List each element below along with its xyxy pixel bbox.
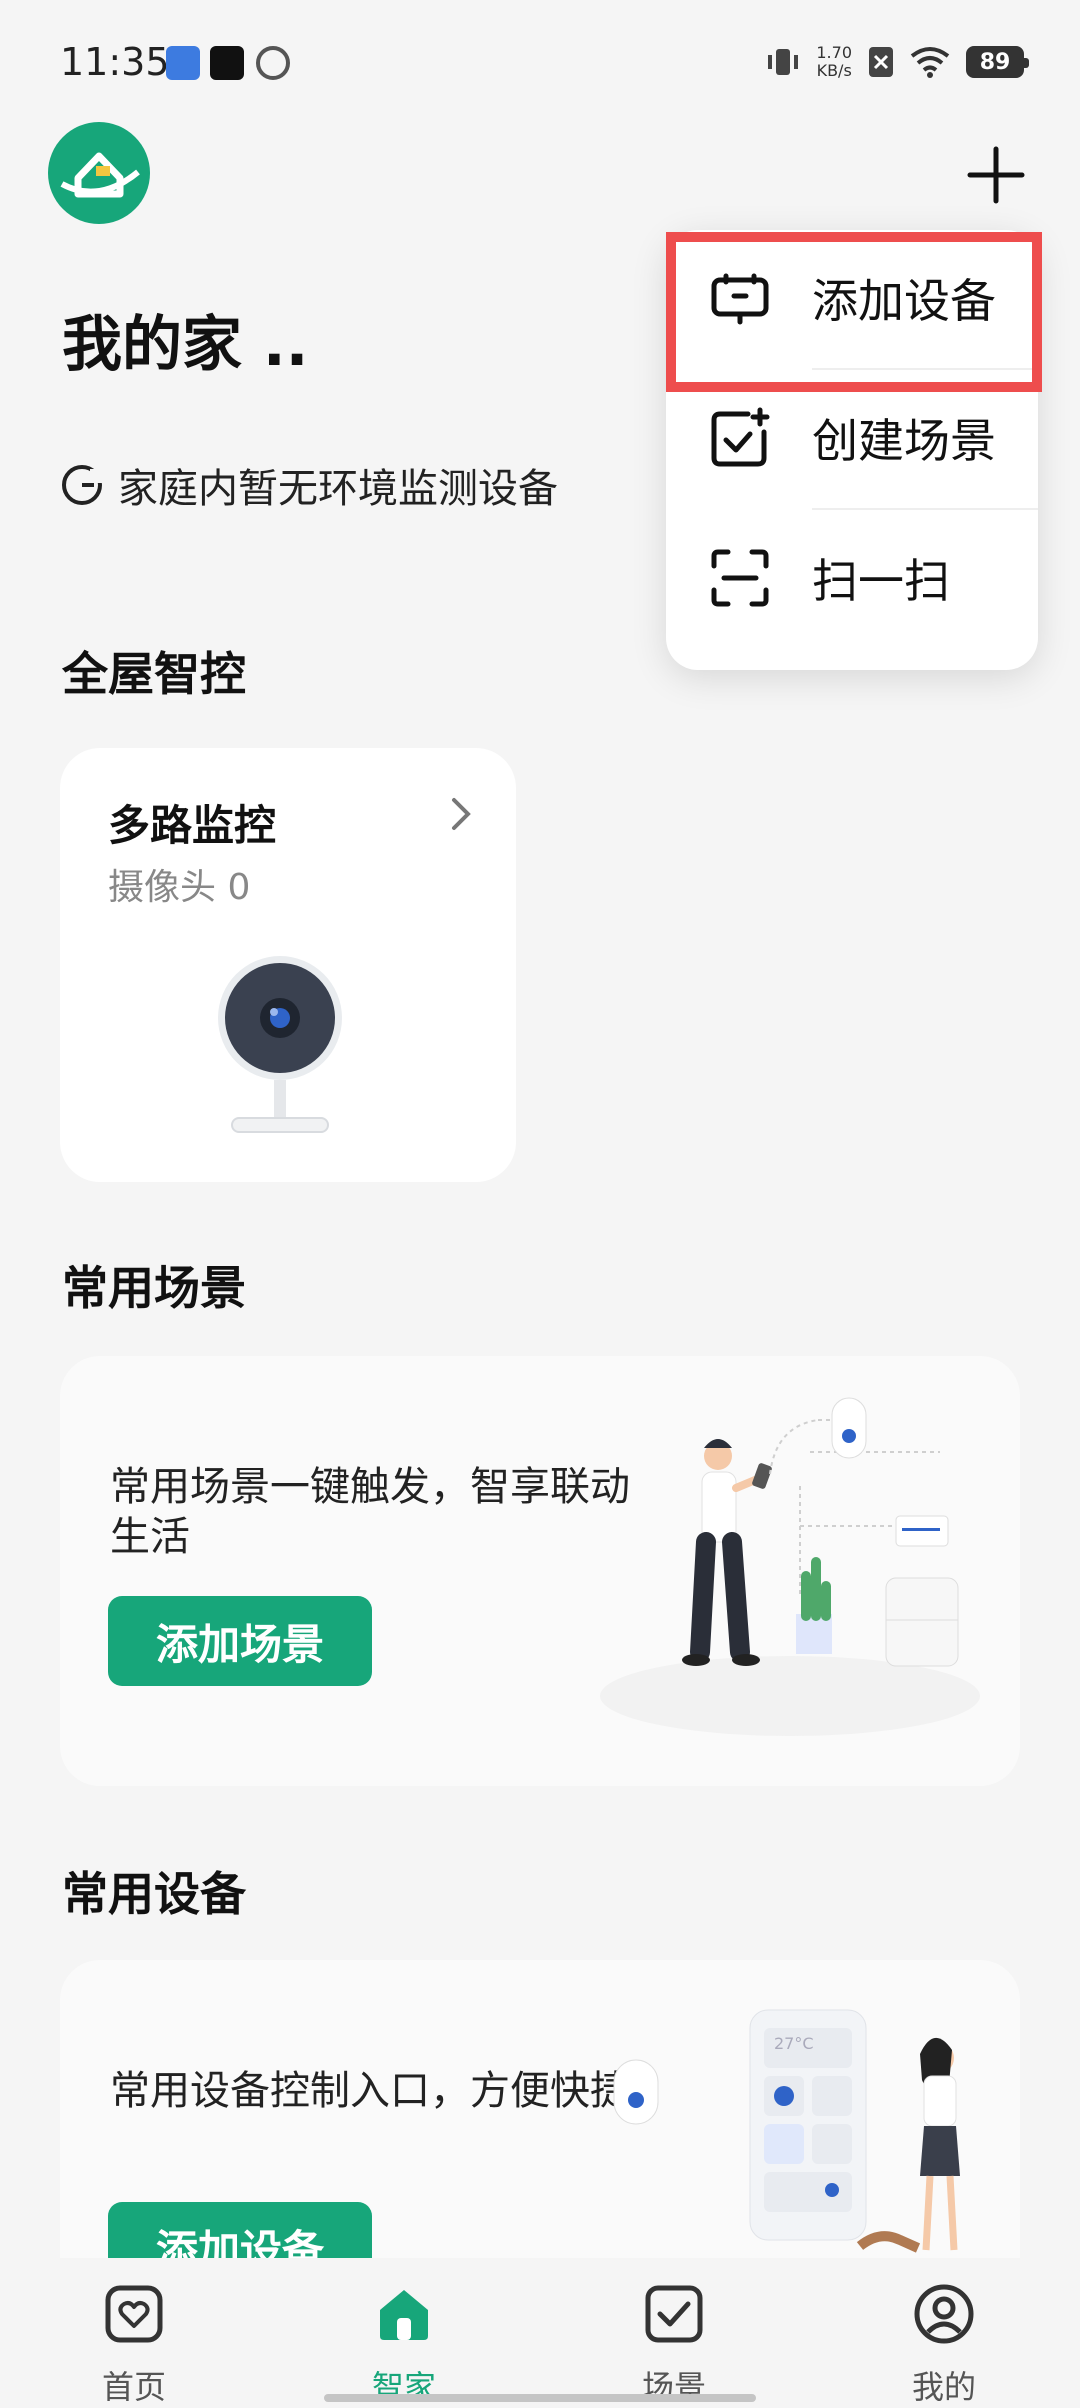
- nav-home[interactable]: 首页: [44, 2258, 224, 2408]
- home-title[interactable]: 我的家 ..: [62, 296, 308, 383]
- multi-monitor-card[interactable]: 多路监控 摄像头 0: [60, 748, 516, 1182]
- env-monitor-status[interactable]: 家庭内暂无环境监测设备: [60, 456, 558, 514]
- checkbox-icon: [645, 2285, 703, 2343]
- speed-value: 1.70: [816, 43, 852, 62]
- sim-off-icon: [869, 47, 893, 77]
- sync-app-icon: [256, 46, 290, 80]
- chevron-right-icon: [452, 798, 471, 830]
- gesture-bar: [324, 2394, 756, 2402]
- scan-icon: [711, 549, 769, 607]
- add-scene-button[interactable]: 添加场景: [108, 1596, 372, 1686]
- menu-label-create-scene: 创建场景: [812, 414, 996, 468]
- monitor-card-title: 多路监控: [108, 801, 277, 850]
- scene-card-desc: 常用场景一键触发，智享联动生活: [110, 1464, 630, 1560]
- tiktok-icon: [210, 46, 244, 80]
- monitor-card-subtitle: 摄像头 0: [108, 867, 251, 908]
- home-heart-icon: [105, 2285, 163, 2343]
- app-notification-icon: [166, 46, 200, 80]
- vibrate-icon: [768, 49, 799, 75]
- network-speed: 1.70 KB/s: [816, 44, 852, 80]
- speed-unit: KB/s: [816, 61, 852, 80]
- nav-profile[interactable]: 我的: [854, 2258, 1034, 2408]
- scene-add-icon: [711, 407, 770, 467]
- env-status-text: 家庭内暂无环境监测设备: [118, 466, 558, 512]
- devices-title: 常用设备: [62, 1867, 246, 1921]
- illustration-temp-text: 27°C: [774, 2034, 814, 2053]
- bottom-nav: 首页 智家 场景 我的: [0, 2258, 1080, 2408]
- menu-label-scan: 扫一扫: [812, 554, 950, 608]
- house-icon: [380, 2290, 428, 2340]
- user-icon: [914, 2284, 974, 2344]
- status-bar: 11:35 1.70 KB/s 89: [0, 0, 1080, 130]
- scenes-title: 常用场景: [62, 1261, 246, 1315]
- add-menu-button[interactable]: [966, 145, 1026, 205]
- nav-scenes[interactable]: 场景: [584, 2258, 764, 2408]
- nav-label-profile: 我的: [911, 2368, 976, 2406]
- battery-indicator: 89: [966, 46, 1029, 78]
- env-sensor-icon: [62, 465, 104, 505]
- scene-card: 常用场景一键触发，智享联动生活 添加场景: [60, 1356, 1020, 1786]
- whole-house-title: 全屋智控: [62, 647, 246, 701]
- wifi-icon: [910, 47, 950, 78]
- home-logo-icon: [60, 152, 140, 198]
- status-time: 11:35: [60, 40, 170, 84]
- add-device-button[interactable]: 添加设备: [108, 2202, 372, 2260]
- device-card-desc: 常用设备控制入口，方便快捷: [110, 2068, 630, 2114]
- highlight-box: [666, 232, 1042, 392]
- plus-icon: [967, 146, 1025, 204]
- app-logo[interactable]: [48, 122, 150, 224]
- nav-smart-home[interactable]: 智家: [314, 2258, 494, 2408]
- smart-home-illustration: [600, 1397, 980, 1736]
- nav-label-home: 首页: [101, 2368, 166, 2406]
- camera-icon: [218, 956, 342, 1133]
- menu-item-scan[interactable]: 扫一扫: [666, 510, 1038, 646]
- device-card: 常用设备控制入口，方便快捷 添加设备 27°C: [60, 1960, 1020, 2260]
